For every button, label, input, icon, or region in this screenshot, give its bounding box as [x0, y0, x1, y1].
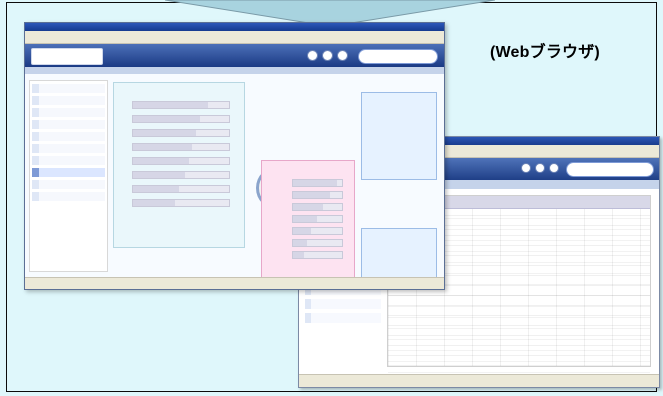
table-row[interactable] [388, 318, 650, 329]
toolbar-circle-button[interactable] [521, 163, 531, 173]
nav-item[interactable] [32, 96, 105, 105]
status-bar [299, 374, 659, 387]
window-menubar [25, 31, 444, 44]
status-bar [25, 277, 444, 289]
panel-mini-chart-1 [361, 92, 437, 180]
table-row[interactable] [388, 296, 650, 307]
toolbar-circle-button[interactable] [337, 50, 348, 61]
panel-horizontal-bars [261, 160, 355, 289]
table-row[interactable] [388, 329, 650, 340]
bar [292, 179, 344, 187]
bar [292, 251, 344, 259]
toolbar-circle-button[interactable] [307, 50, 318, 61]
toolbar-circle-button[interactable] [549, 163, 559, 173]
table-row[interactable] [388, 362, 650, 373]
panel-bar-chart [113, 82, 245, 248]
bar [132, 129, 230, 137]
nav-item[interactable] [32, 156, 105, 165]
bar [132, 115, 230, 123]
toolbar-circle-button[interactable] [535, 163, 545, 173]
left-navigation [29, 80, 108, 272]
app-header [25, 44, 444, 67]
bar [132, 101, 230, 109]
list-item[interactable] [305, 313, 381, 323]
bar [292, 239, 344, 247]
caption-web-browser: (Webブラウザ) [490, 44, 600, 61]
bar-chart [132, 101, 234, 229]
list-item[interactable] [305, 299, 381, 309]
nav-item[interactable] [32, 120, 105, 129]
bar [292, 191, 344, 199]
toolbar-circle-button[interactable] [322, 50, 333, 61]
bar [132, 157, 230, 165]
nav-item-selected[interactable] [32, 168, 105, 177]
window-titlebar [25, 23, 444, 31]
app-logo [31, 48, 103, 65]
nav-item[interactable] [32, 192, 105, 201]
bar [132, 199, 230, 207]
dashboard-area [25, 74, 444, 289]
nav-item[interactable] [32, 84, 105, 93]
horizontal-bar-chart [292, 179, 346, 281]
table-row[interactable] [388, 307, 650, 318]
table-row[interactable] [388, 351, 650, 362]
bar [132, 143, 230, 151]
nav-item[interactable] [32, 180, 105, 189]
browser-window-front [24, 22, 445, 290]
nav-item[interactable] [32, 132, 105, 141]
bar [292, 203, 344, 211]
bar [292, 227, 344, 235]
nav-item[interactable] [32, 108, 105, 117]
nav-item[interactable] [32, 144, 105, 153]
bar [292, 215, 344, 223]
bar [132, 171, 230, 179]
table-row[interactable] [388, 340, 650, 351]
bar [132, 185, 230, 193]
search-pill[interactable] [566, 162, 654, 177]
search-pill[interactable] [358, 49, 438, 64]
